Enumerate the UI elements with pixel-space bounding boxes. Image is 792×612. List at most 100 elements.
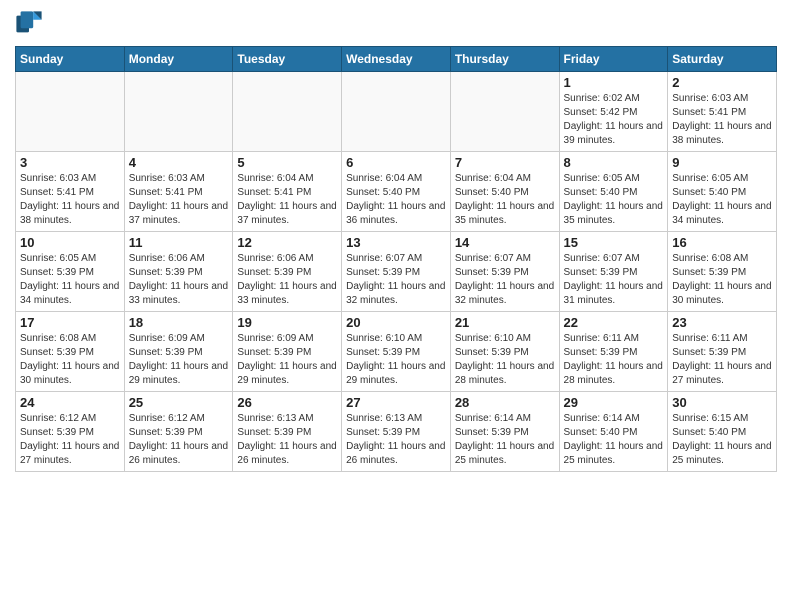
calendar-cell: 5 Sunrise: 6:04 AM Sunset: 5:41 PM Daylig… xyxy=(233,152,342,232)
day-info: Sunrise: 6:08 AM Sunset: 5:39 PM Dayligh… xyxy=(20,332,120,388)
day-info: Sunrise: 6:14 AM Sunset: 5:40 PM Dayligh… xyxy=(564,412,664,468)
calendar-cell: 21 Sunrise: 6:10 AM Sunset: 5:39 PM Dayli… xyxy=(450,312,559,392)
day-number: 7 xyxy=(455,155,555,170)
day-info: Sunrise: 6:07 AM Sunset: 5:39 PM Dayligh… xyxy=(346,252,446,308)
day-info: Sunrise: 6:06 AM Sunset: 5:39 PM Dayligh… xyxy=(237,252,337,308)
calendar-cell: 1Sunrise: 6:02 AM Sunset: 5:42 PM Daylig… xyxy=(559,72,668,152)
calendar-cell: 26 Sunrise: 6:13 AM Sunset: 5:39 PM Dayli… xyxy=(233,392,342,472)
day-info: Sunrise: 6:07 AM Sunset: 5:39 PM Dayligh… xyxy=(455,252,555,308)
day-info: Sunrise: 6:09 AM Sunset: 5:39 PM Dayligh… xyxy=(129,332,229,388)
calendar-cell: 22 Sunrise: 6:11 AM Sunset: 5:39 PM Dayli… xyxy=(559,312,668,392)
header-thursday: Thursday xyxy=(450,47,559,72)
day-number: 28 xyxy=(455,395,555,410)
logo xyxy=(15,10,47,38)
header xyxy=(15,10,777,38)
calendar-cell: 6 Sunrise: 6:04 AM Sunset: 5:40 PM Daylig… xyxy=(342,152,451,232)
day-info: Sunrise: 6:10 AM Sunset: 5:39 PM Dayligh… xyxy=(455,332,555,388)
day-number: 22 xyxy=(564,315,664,330)
day-info: Sunrise: 6:07 AM Sunset: 5:39 PM Dayligh… xyxy=(564,252,664,308)
calendar-cell xyxy=(450,72,559,152)
day-number: 3 xyxy=(20,155,120,170)
week-row-3: 10 Sunrise: 6:05 AM Sunset: 5:39 PM Dayli… xyxy=(16,232,777,312)
calendar-cell: 11Sunrise: 6:06 AM Sunset: 5:39 PM Dayli… xyxy=(124,232,233,312)
calendar-cell: 7 Sunrise: 6:04 AM Sunset: 5:40 PM Daylig… xyxy=(450,152,559,232)
day-info: Sunrise: 6:05 AM Sunset: 5:40 PM Dayligh… xyxy=(564,172,664,228)
calendar-cell: 24 Sunrise: 6:12 AM Sunset: 5:39 PM Dayli… xyxy=(16,392,125,472)
calendar-cell: 25 Sunrise: 6:12 AM Sunset: 5:39 PM Dayli… xyxy=(124,392,233,472)
calendar-cell: 18 Sunrise: 6:09 AM Sunset: 5:39 PM Dayli… xyxy=(124,312,233,392)
header-wednesday: Wednesday xyxy=(342,47,451,72)
day-number: 26 xyxy=(237,395,337,410)
day-info: Sunrise: 6:04 AM Sunset: 5:40 PM Dayligh… xyxy=(455,172,555,228)
calendar-cell xyxy=(342,72,451,152)
day-number: 15 xyxy=(564,235,664,250)
calendar-table: SundayMondayTuesdayWednesdayThursdayFrid… xyxy=(15,46,777,472)
week-row-4: 17 Sunrise: 6:08 AM Sunset: 5:39 PM Dayli… xyxy=(16,312,777,392)
day-info: Sunrise: 6:04 AM Sunset: 5:41 PM Dayligh… xyxy=(237,172,337,228)
day-number: 29 xyxy=(564,395,664,410)
day-info: Sunrise: 6:10 AM Sunset: 5:39 PM Dayligh… xyxy=(346,332,446,388)
day-info: Sunrise: 6:12 AM Sunset: 5:39 PM Dayligh… xyxy=(129,412,229,468)
day-number: 6 xyxy=(346,155,446,170)
day-info: Sunrise: 6:04 AM Sunset: 5:40 PM Dayligh… xyxy=(346,172,446,228)
day-number: 13 xyxy=(346,235,446,250)
day-info: Sunrise: 6:03 AM Sunset: 5:41 PM Dayligh… xyxy=(129,172,229,228)
calendar-cell xyxy=(124,72,233,152)
day-info: Sunrise: 6:11 AM Sunset: 5:39 PM Dayligh… xyxy=(564,332,664,388)
page: SundayMondayTuesdayWednesdayThursdayFrid… xyxy=(0,0,792,482)
calendar-cell: 29 Sunrise: 6:14 AM Sunset: 5:40 PM Dayli… xyxy=(559,392,668,472)
day-info: Sunrise: 6:08 AM Sunset: 5:39 PM Dayligh… xyxy=(672,252,772,308)
day-number: 10 xyxy=(20,235,120,250)
day-info: Sunrise: 6:05 AM Sunset: 5:40 PM Dayligh… xyxy=(672,172,772,228)
day-info: Sunrise: 6:13 AM Sunset: 5:39 PM Dayligh… xyxy=(237,412,337,468)
day-number: 23 xyxy=(672,315,772,330)
day-number: 12 xyxy=(237,235,337,250)
day-number: 16 xyxy=(672,235,772,250)
calendar-cell: 8 Sunrise: 6:05 AM Sunset: 5:40 PM Daylig… xyxy=(559,152,668,232)
calendar-cell xyxy=(16,72,125,152)
calendar-cell: 12 Sunrise: 6:06 AM Sunset: 5:39 PM Dayli… xyxy=(233,232,342,312)
day-info: Sunrise: 6:09 AM Sunset: 5:39 PM Dayligh… xyxy=(237,332,337,388)
header-sunday: Sunday xyxy=(16,47,125,72)
day-number: 21 xyxy=(455,315,555,330)
header-tuesday: Tuesday xyxy=(233,47,342,72)
header-saturday: Saturday xyxy=(668,47,777,72)
day-info: Sunrise: 6:13 AM Sunset: 5:39 PM Dayligh… xyxy=(346,412,446,468)
day-number: 4 xyxy=(129,155,229,170)
calendar-cell: 10 Sunrise: 6:05 AM Sunset: 5:39 PM Dayli… xyxy=(16,232,125,312)
day-info: Sunrise: 6:12 AM Sunset: 5:39 PM Dayligh… xyxy=(20,412,120,468)
day-number: 27 xyxy=(346,395,446,410)
calendar-cell: 13 Sunrise: 6:07 AM Sunset: 5:39 PM Dayli… xyxy=(342,232,451,312)
header-friday: Friday xyxy=(559,47,668,72)
calendar-cell: 3 Sunrise: 6:03 AM Sunset: 5:41 PM Daylig… xyxy=(16,152,125,232)
day-info: Sunrise: 6:03 AM Sunset: 5:41 PM Dayligh… xyxy=(672,92,772,148)
day-number: 18 xyxy=(129,315,229,330)
calendar-cell: 2 Sunrise: 6:03 AM Sunset: 5:41 PM Daylig… xyxy=(668,72,777,152)
day-info: Sunrise: 6:03 AM Sunset: 5:41 PM Dayligh… xyxy=(20,172,120,228)
header-monday: Monday xyxy=(124,47,233,72)
week-row-1: 1Sunrise: 6:02 AM Sunset: 5:42 PM Daylig… xyxy=(16,72,777,152)
calendar-cell: 14 Sunrise: 6:07 AM Sunset: 5:39 PM Dayli… xyxy=(450,232,559,312)
day-info: Sunrise: 6:11 AM Sunset: 5:39 PM Dayligh… xyxy=(672,332,772,388)
day-info: Sunrise: 6:05 AM Sunset: 5:39 PM Dayligh… xyxy=(20,252,120,308)
calendar-cell: 16 Sunrise: 6:08 AM Sunset: 5:39 PM Dayli… xyxy=(668,232,777,312)
day-number: 25 xyxy=(129,395,229,410)
day-number: 20 xyxy=(346,315,446,330)
day-info: Sunrise: 6:06 AM Sunset: 5:39 PM Dayligh… xyxy=(129,252,229,308)
day-number: 19 xyxy=(237,315,337,330)
day-number: 5 xyxy=(237,155,337,170)
calendar-cell: 28Sunrise: 6:14 AM Sunset: 5:39 PM Dayli… xyxy=(450,392,559,472)
calendar-cell: 23 Sunrise: 6:11 AM Sunset: 5:39 PM Dayli… xyxy=(668,312,777,392)
day-number: 24 xyxy=(20,395,120,410)
day-number: 8 xyxy=(564,155,664,170)
week-row-2: 3 Sunrise: 6:03 AM Sunset: 5:41 PM Daylig… xyxy=(16,152,777,232)
day-number: 30 xyxy=(672,395,772,410)
calendar-cell: 9Sunrise: 6:05 AM Sunset: 5:40 PM Daylig… xyxy=(668,152,777,232)
calendar-cell: 19 Sunrise: 6:09 AM Sunset: 5:39 PM Dayli… xyxy=(233,312,342,392)
calendar-header-row: SundayMondayTuesdayWednesdayThursdayFrid… xyxy=(16,47,777,72)
day-number: 17 xyxy=(20,315,120,330)
day-number: 2 xyxy=(672,75,772,90)
calendar-cell: 27 Sunrise: 6:13 AM Sunset: 5:39 PM Dayli… xyxy=(342,392,451,472)
day-number: 14 xyxy=(455,235,555,250)
calendar-cell: 20 Sunrise: 6:10 AM Sunset: 5:39 PM Dayli… xyxy=(342,312,451,392)
